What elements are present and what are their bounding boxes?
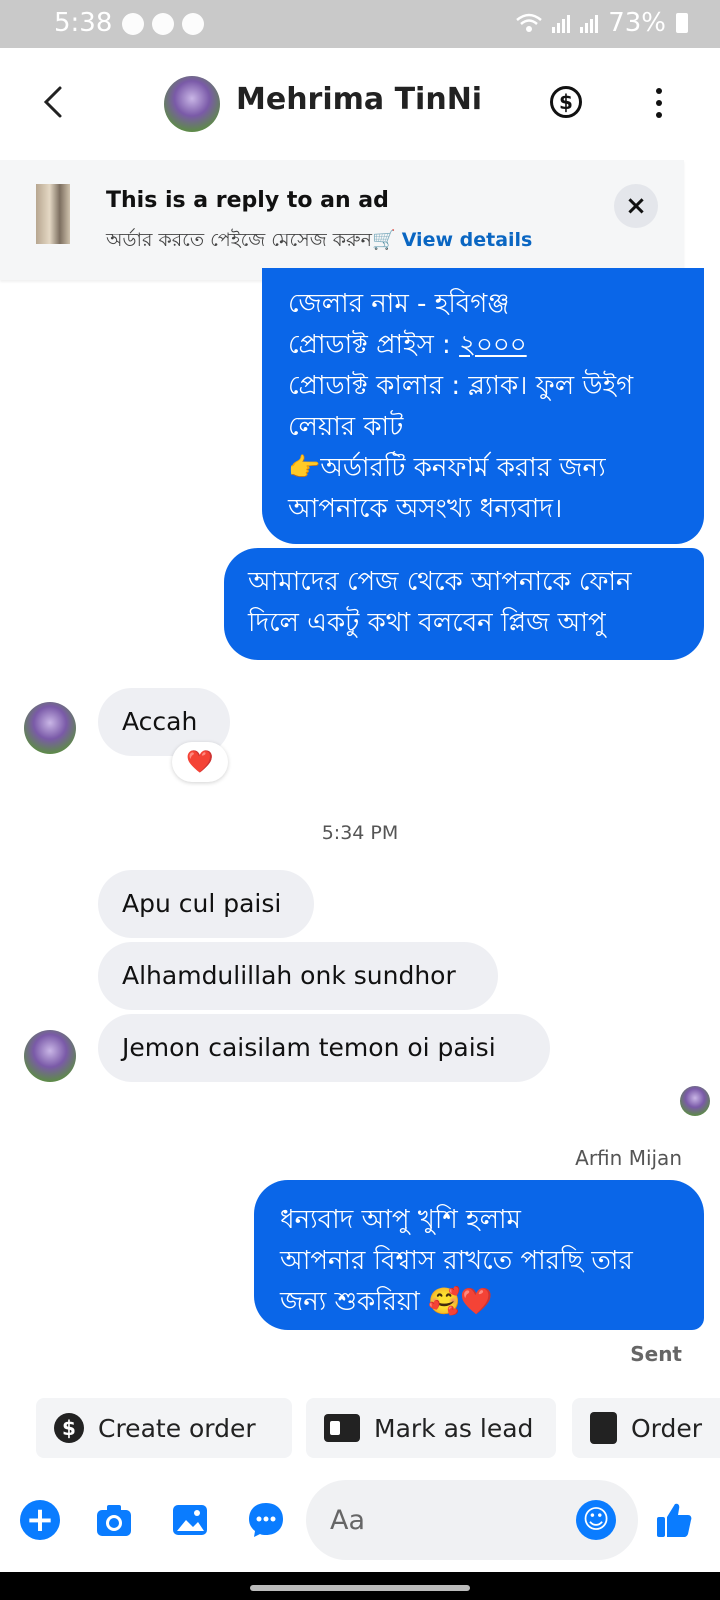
home-gesture-handle[interactable]: [250, 1585, 470, 1591]
message-line: আপনার বিশ্বাস রাখতে পারছি তার: [280, 1246, 633, 1276]
create-order-label: Create order: [98, 1413, 256, 1443]
outgoing-message-order-details[interactable]: জেলার নাম - হবিগঞ্জ প্রোডাক্ট প্রাইস : ২…: [262, 268, 704, 544]
message-line: জেলার নাম - হবিগঞ্জ: [288, 289, 510, 319]
ad-thumbnail[interactable]: [36, 184, 70, 244]
dollar-icon: $: [54, 1413, 84, 1443]
battery-icon: [676, 13, 688, 33]
chat-apps-icon[interactable]: [246, 1500, 286, 1540]
more-options-icon[interactable]: [656, 88, 664, 118]
order-button[interactable]: Order: [572, 1398, 720, 1458]
heart-icon: ❤️: [186, 749, 214, 775]
ad-reply-banner: This is a reply to an ad অর্ডার করতে পেই…: [0, 160, 684, 280]
signal-icon: [552, 13, 571, 33]
create-order-button[interactable]: $ Create order: [36, 1398, 292, 1458]
weather-notification-icon: [182, 13, 204, 35]
sent-status: Sent: [630, 1342, 682, 1366]
message-line: লেয়ার কাট: [288, 412, 404, 442]
contact-avatar-small[interactable]: [24, 1030, 76, 1082]
heart-reaction[interactable]: ❤️: [172, 742, 228, 782]
contact-name[interactable]: Mehrima TinNi: [236, 82, 482, 117]
message-line: ধন্যবাদ আপু খুশি হলাম: [280, 1205, 521, 1235]
status-bar: 5:38 73%: [0, 0, 720, 48]
outgoing-message-thanks[interactable]: ধন্যবাদ আপু খুশি হলাম আপনার বিশ্বাস রাখত…: [254, 1180, 704, 1330]
conversation-header: Mehrima TinNi $: [0, 48, 720, 158]
contact-avatar[interactable]: [164, 76, 220, 132]
battery-percent: 73%: [608, 8, 666, 38]
message-line: জন্য শুকরিয়া 🥰❤️: [280, 1287, 493, 1317]
add-icon[interactable]: +: [20, 1500, 60, 1540]
message-line: আমাদের পেজ থেকে আপনাকে ফোন: [248, 567, 632, 597]
ad-banner-title: This is a reply to an ad: [106, 188, 389, 213]
incoming-message[interactable]: Jemon caisilam temon oi paisi: [98, 1014, 550, 1082]
mark-as-lead-button[interactable]: Mark as lead: [306, 1398, 556, 1458]
status-time: 5:38: [54, 8, 113, 38]
payment-icon[interactable]: $: [550, 86, 582, 118]
wifi-icon: [516, 13, 543, 32]
message-line: আপনাকে অসংখ্য ধন্যবাদ।: [288, 494, 563, 524]
contact-card-icon: [324, 1414, 360, 1442]
message-line: প্রোডাক্ট প্রাইস : ২০০০: [288, 325, 678, 366]
price-value-link[interactable]: ২০০০: [459, 330, 527, 360]
ad-banner-subtitle: অর্ডার করতে পেইজে মেসেজ করুন🛒 View detai…: [106, 226, 532, 258]
sync-notification-icon: [152, 13, 174, 35]
close-banner-button[interactable]: ×: [614, 184, 658, 228]
time-separator: 5:34 PM: [321, 822, 399, 844]
emoji-icon[interactable]: ☺: [576, 1500, 616, 1540]
price-label: প্রোডাক্ট প্রাইস :: [288, 330, 451, 360]
sender-label: Arfin Mijan: [575, 1146, 682, 1170]
status-right: 73%: [516, 8, 688, 38]
notification-icons: [122, 13, 204, 35]
message-line: প্রোডাক্ট কালার : ব্ল্যাক। ফুল উইগ: [288, 371, 634, 401]
message-line: 👉অর্ডারটি কনফার্ম করার জন্য: [288, 453, 606, 483]
message-line: দিলে একটু কথা বলবেন প্লিজ আপু: [248, 608, 606, 638]
contact-avatar-small[interactable]: [24, 702, 76, 754]
outgoing-message-call-request[interactable]: আমাদের পেজ থেকে আপনাকে ফোন দিলে একটু কথা…: [224, 548, 704, 660]
chat-notification-icon: [122, 13, 144, 35]
view-details-link[interactable]: View details: [402, 229, 533, 251]
gallery-icon[interactable]: [170, 1500, 210, 1540]
signal-2-icon: [580, 13, 599, 33]
incoming-message[interactable]: Apu cul paisi: [98, 870, 314, 938]
document-icon: [590, 1412, 617, 1444]
mark-as-lead-label: Mark as lead: [374, 1413, 534, 1443]
ad-banner-text: অর্ডার করতে পেইজে মেসেজ করুন🛒: [106, 229, 396, 251]
message-input-placeholder: Aa: [330, 1505, 366, 1536]
camera-icon[interactable]: [94, 1500, 134, 1540]
order-label: Order: [630, 1413, 702, 1443]
seen-avatar: [680, 1086, 710, 1116]
back-arrow-icon[interactable]: [40, 84, 68, 120]
incoming-message[interactable]: Alhamdulillah onk sundhor: [98, 942, 498, 1010]
like-icon[interactable]: [654, 1500, 694, 1540]
